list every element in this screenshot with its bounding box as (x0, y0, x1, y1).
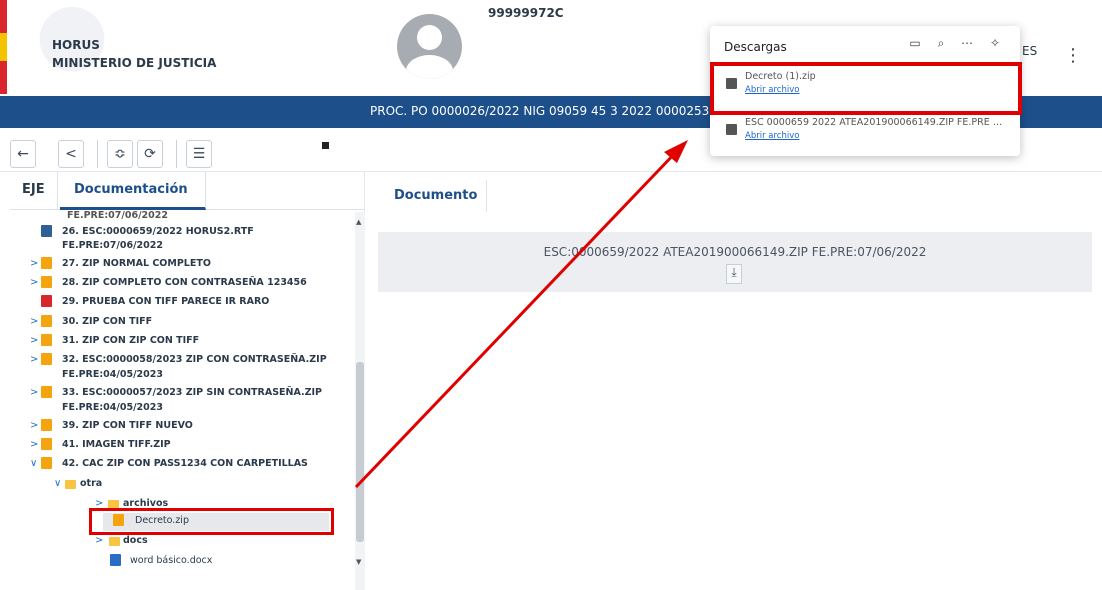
stop-indicator-icon (322, 142, 329, 149)
brand-name: HORUS (52, 38, 100, 52)
toolbar-divider (97, 140, 98, 168)
zip-file-icon (41, 438, 52, 450)
zip-file-icon (41, 353, 52, 365)
tree-row-label: 39. ZIP CON TIFF NUEVO (62, 420, 193, 431)
avatar-body (406, 55, 453, 79)
document-filename: ESC:0000659/2022 ATEA201900066149.ZIP FE… (543, 245, 927, 259)
tab-documento[interactable]: Documento (380, 180, 487, 212)
zip-file-icon (41, 457, 52, 469)
tree-row-label: FE.PRE:04/05/2023 (62, 369, 163, 380)
tree-row-label: FE.PRE:04/05/2023 (62, 402, 163, 413)
annotation-highlight-decreto (89, 508, 334, 535)
zip-file-icon (41, 276, 52, 288)
folder-icon (109, 537, 120, 546)
tab-documentacion[interactable]: Documentación (60, 172, 206, 210)
document-panel: ESC:0000659/2022 ATEA201900066149.ZIP FE… (378, 232, 1092, 292)
zip-file-icon (41, 334, 52, 346)
tree-row-label: 27. ZIP NORMAL COMPLETO (62, 258, 211, 269)
tree-row-label: 30. ZIP CON TIFF (62, 316, 153, 327)
kebab-menu-icon[interactable]: ⋮ (1062, 44, 1084, 68)
word-file-icon (110, 554, 121, 566)
download-item[interactable]: ESC 0000659 2022 ATEA201900066149.ZIP FE… (710, 114, 1020, 148)
tab-eje[interactable]: EJE (10, 172, 58, 210)
chevron-right-icon[interactable]: > (30, 420, 40, 431)
brand-ministry: MINISTERIO DE JUSTICIA (52, 56, 217, 70)
scroll-up-icon[interactable]: ▲ (356, 218, 361, 226)
tree-row-label: 28. ZIP COMPLETO CON CONTRASEÑA 123456 (62, 277, 307, 288)
tree-row-label: FE.PRE:07/06/2022 (62, 240, 163, 251)
zip-file-icon (41, 257, 52, 269)
flag-strip (0, 0, 7, 94)
zip-file-icon (41, 386, 52, 398)
folder-icon[interactable]: ▭ (906, 36, 924, 54)
scroll-thumb[interactable] (356, 362, 364, 542)
rtf-file-icon (41, 225, 52, 237)
more-options-icon[interactable]: ⋯ (958, 36, 976, 54)
chevron-right-icon[interactable]: > (30, 354, 40, 365)
chevron-right-icon[interactable]: > (30, 335, 40, 346)
tree-row-label: 31. ZIP CON ZIP CON TIFF (62, 335, 200, 346)
tree-row-label: 33. ESC:0000057/2023 ZIP SIN CONTRASEÑA.… (62, 387, 323, 398)
zip-file-icon (41, 419, 52, 431)
chevron-right-icon[interactable]: > (95, 535, 105, 546)
language-selector[interactable]: ES (1015, 44, 1037, 58)
tree-row-label: 26. ESC:0000659/2022 HORUS2.RTF (62, 226, 254, 237)
zip-file-icon (726, 124, 737, 135)
scroll-down-icon[interactable]: ▼ (356, 558, 361, 566)
download-filename: ESC 0000659 2022 ATEA201900066149.ZIP FE… (745, 117, 1007, 128)
left-tabs: EJE Documentación (10, 172, 365, 210)
downloads-title: Descargas (724, 40, 787, 54)
tree-row-label: word básico.docx (130, 555, 213, 566)
chevron-right-icon[interactable]: > (30, 258, 40, 269)
app-window: HORUS MINISTERIO DE JUSTICIA 99999972C E… (0, 0, 1102, 590)
folder-icon (65, 480, 76, 489)
tree-row-label: otra (80, 478, 103, 489)
chevron-right-icon[interactable]: > (30, 277, 40, 288)
expand-collapse-icon[interactable]: ≎ (107, 140, 133, 168)
pin-icon[interactable]: ✧ (986, 36, 1004, 54)
toolbar-divider (176, 140, 177, 168)
chevron-right-icon[interactable]: > (30, 439, 40, 450)
user-id: 99999972C (488, 6, 564, 20)
download-icon[interactable]: ⤓ (726, 264, 742, 284)
tree-row-label: docs (123, 535, 148, 546)
pdf-file-icon (41, 295, 52, 307)
chevron-down-icon[interactable]: ∨ (54, 478, 64, 489)
tree-row-label: 32. ESC:0000058/2023 ZIP CON CONTRASEÑA.… (62, 354, 327, 365)
chevron-right-icon[interactable]: > (30, 387, 40, 398)
procedure-text: PROC. PO 0000026/2022 NIG 09059 45 3 202… (370, 104, 710, 118)
back-arrow-icon[interactable]: ← (10, 140, 36, 168)
chevron-down-icon[interactable]: ∨ (30, 458, 40, 469)
tree-scrollbar[interactable]: ▲ ▼ (355, 212, 365, 590)
search-icon[interactable]: ⌕ (932, 36, 950, 54)
open-file-link[interactable]: Abrir archivo (745, 131, 799, 141)
user-avatar[interactable] (397, 14, 462, 79)
annotation-highlight-download (710, 62, 1022, 115)
zip-file-icon (41, 315, 52, 327)
avatar-head (417, 25, 442, 50)
tree-row-label: 42. CAC ZIP CON PASS1234 CON CARPETILLAS (62, 458, 308, 469)
refresh-icon[interactable]: ⟳ (137, 140, 163, 168)
tree-row-label: FE.PRE:07/06/2022 (67, 210, 168, 221)
tree-row-label: 41. IMAGEN TIFF.ZIP (62, 439, 171, 450)
tree-row-label: 29. PRUEBA CON TIFF PARECE IR RARO (62, 296, 270, 307)
chevron-right-icon[interactable]: > (30, 316, 40, 327)
panel-icon[interactable]: ☰ (186, 140, 212, 168)
previous-icon[interactable]: < (58, 140, 84, 168)
